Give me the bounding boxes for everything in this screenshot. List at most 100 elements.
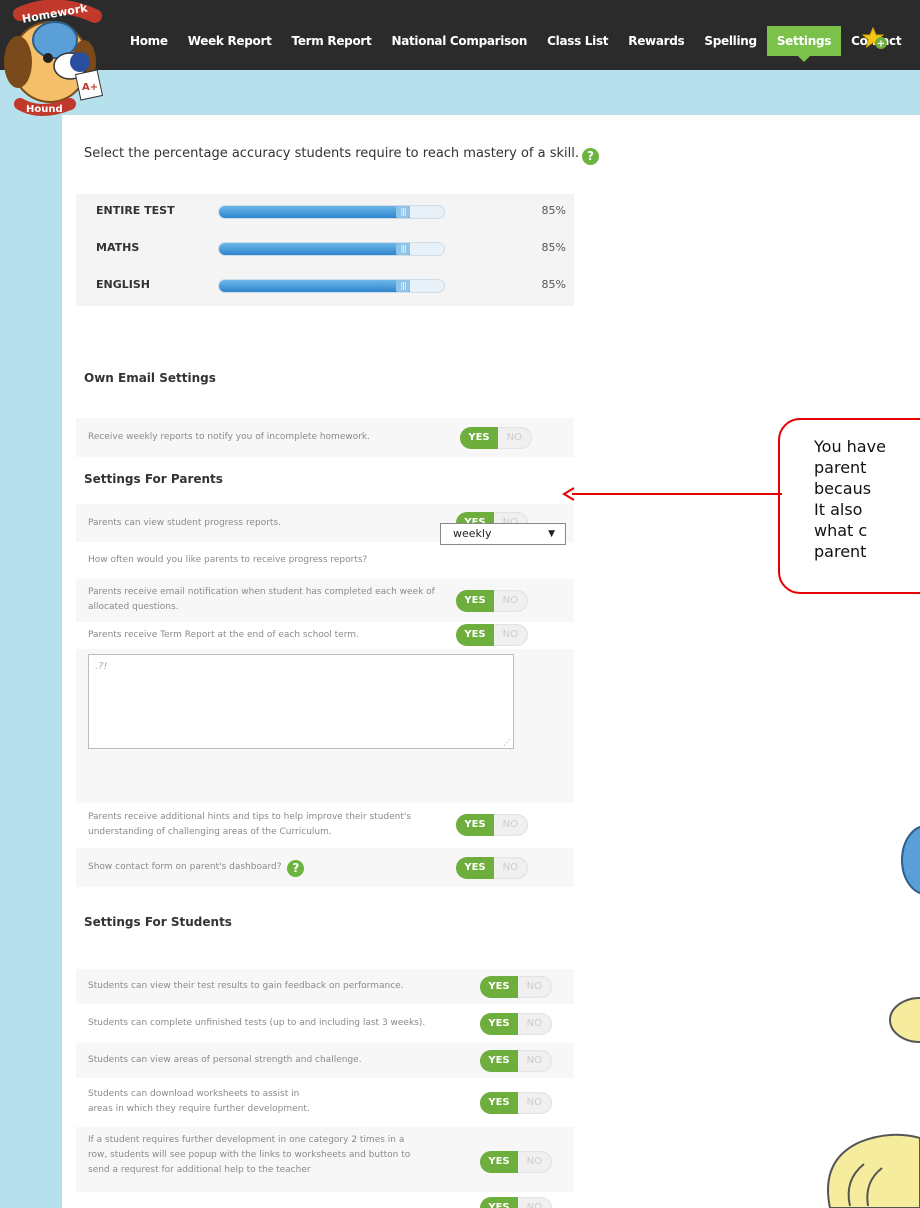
callout-line: It also <box>814 500 863 519</box>
mastery-heading: Select the percentage accuracy students … <box>84 146 600 165</box>
mastery-sliders: ENTIRE TEST ||| 85% MATHS ||| 85% ENGLIS… <box>76 194 574 306</box>
nav-home[interactable]: Home <box>120 22 178 60</box>
nav-term-report[interactable]: Term Report <box>282 22 382 60</box>
mastery-label: ENTIRE TEST <box>96 204 175 217</box>
setting-text: Students can download worksheets to assi… <box>88 1089 310 1114</box>
yes-no-toggle[interactable]: YES NO <box>456 814 528 836</box>
toggle-yes: YES <box>460 427 498 449</box>
toggle-yes: YES <box>480 1092 518 1114</box>
students-heading: Settings For Students <box>84 915 232 929</box>
yes-no-toggle[interactable]: YES NO <box>480 1013 552 1035</box>
mastery-row-maths: MATHS ||| 85% <box>86 233 570 265</box>
setting-row-frequency: How often would you like parents to rece… <box>76 543 574 579</box>
svg-text:+: + <box>877 39 885 50</box>
toggle-no: NO <box>502 819 518 830</box>
mastery-slider-track[interactable]: ||| <box>218 205 445 219</box>
toggle-yes: YES <box>456 590 494 612</box>
toggle-yes: YES <box>480 1197 518 1208</box>
callout-arrow <box>562 487 782 501</box>
setting-text: How often would you like parents to rece… <box>88 555 368 565</box>
setting-row-student: Students can view areas of personal stre… <box>76 1043 574 1079</box>
textarea-placeholder: .?! <box>95 661 108 672</box>
yes-no-toggle[interactable]: YES NO <box>456 624 528 646</box>
toggle-no: NO <box>502 595 518 606</box>
toggle-no: NO <box>502 862 518 873</box>
yes-no-toggle[interactable]: YES NO <box>456 857 528 879</box>
toggle-yes: YES <box>456 624 494 646</box>
yes-no-toggle[interactable]: YES NO <box>460 427 532 449</box>
toggle-yes: YES <box>456 857 494 879</box>
yes-no-toggle[interactable]: YES NO <box>480 1197 552 1208</box>
mastery-label: ENGLISH <box>96 278 150 291</box>
toggle-no: NO <box>526 1055 542 1066</box>
toggle-no: NO <box>502 629 518 640</box>
mastery-slider-fill <box>219 280 410 292</box>
setting-row-term-report: Parents receive Term Report at the end o… <box>76 623 574 649</box>
mastery-slider-handle[interactable]: ||| <box>396 243 410 255</box>
setting-row-email-notification: Parents receive email notification when … <box>76 579 574 623</box>
logo-grade-text: A+ <box>82 82 98 93</box>
yes-no-toggle[interactable]: YES NO <box>480 1151 552 1173</box>
main-nav: Home Week Report Term Report National Co… <box>120 22 911 62</box>
toggle-yes: YES <box>480 1050 518 1072</box>
toggle-yes: YES <box>480 1013 518 1035</box>
nav-class-list[interactable]: Class List <box>537 22 618 60</box>
setting-text: Parents receive additional hints and tip… <box>88 812 412 837</box>
callout-box: You have parent becaus It also what c pa… <box>778 418 920 594</box>
mascot-decoration <box>901 826 920 894</box>
homework-hound-logo[interactable]: Homework Hound A+ <box>0 0 120 120</box>
setting-text: Parents receive Term Report at the end o… <box>88 630 359 640</box>
mastery-value: 85% <box>541 241 566 254</box>
mascot-foot-decoration <box>827 1133 920 1208</box>
dropdown-arrow-icon: ▼ <box>548 529 555 539</box>
toggle-no: NO <box>526 1018 542 1029</box>
setting-row-hints: Parents receive additional hints and tip… <box>76 804 574 848</box>
callout-line: You have <box>814 437 886 456</box>
mastery-slider-handle[interactable]: ||| <box>396 280 410 292</box>
toggle-yes: YES <box>480 1151 518 1173</box>
setting-row-contact-form: Show contact form on parent's dashboard?… <box>76 848 574 888</box>
yes-no-toggle[interactable]: YES NO <box>480 1050 552 1072</box>
help-icon[interactable]: ? <box>582 148 600 165</box>
add-favourite-star-icon[interactable]: + <box>862 27 888 51</box>
nav-national-comparison[interactable]: National Comparison <box>381 22 537 60</box>
setting-text: If a student requires further developmen… <box>88 1135 411 1175</box>
report-frequency-select[interactable]: weekly ▼ <box>440 523 566 545</box>
setting-text: Students can view areas of personal stre… <box>88 1055 362 1065</box>
own-email-heading: Own Email Settings <box>84 371 216 385</box>
toggle-no: NO <box>526 981 542 992</box>
setting-row-weekly-reports: Receive weekly reports to notify you of … <box>76 418 574 458</box>
nav-settings[interactable]: Settings <box>766 26 842 62</box>
setting-text: Parents receive email notification when … <box>88 587 435 612</box>
mastery-slider-handle[interactable]: ||| <box>396 206 410 218</box>
nav-rewards[interactable]: Rewards <box>618 22 694 60</box>
callout-line: becaus <box>814 479 872 498</box>
logo-bottom-text: Hound <box>26 104 63 115</box>
yes-no-toggle[interactable]: YES NO <box>456 590 528 612</box>
nav-week-report[interactable]: Week Report <box>178 22 282 60</box>
setting-row-student: Students can download worksheets to assi… <box>76 1079 574 1127</box>
toggle-no: NO <box>526 1202 542 1208</box>
parents-heading: Settings For Parents <box>84 472 223 486</box>
setting-text: Show contact form on parent's dashboard? <box>88 862 282 872</box>
setting-row-student: YES NO <box>76 1193 574 1208</box>
mastery-slider-track[interactable]: ||| <box>218 242 445 256</box>
mastery-value: 85% <box>541 204 566 217</box>
setting-text: Parents can view student progress report… <box>88 518 281 528</box>
callout-line: parent <box>814 542 867 561</box>
setting-text-wrap: Show contact form on parent's dashboard?… <box>88 860 305 877</box>
resize-grip-icon[interactable]: ⋰ <box>503 738 511 747</box>
mastery-label: MATHS <box>96 241 140 254</box>
help-icon[interactable]: ? <box>287 860 305 877</box>
mastery-slider-track[interactable]: ||| <box>218 279 445 293</box>
mascot-paw-decoration <box>889 997 920 1043</box>
mastery-slider-fill <box>219 243 410 255</box>
toggle-no: NO <box>506 432 522 443</box>
setting-text: Students can view their test results to … <box>88 981 404 991</box>
term-report-message-textarea[interactable]: .?! ⋰ <box>88 654 514 749</box>
yes-no-toggle[interactable]: YES NO <box>480 976 552 998</box>
nav-spelling[interactable]: Spelling <box>694 22 766 60</box>
mastery-row-english: ENGLISH ||| 85% <box>86 270 570 302</box>
toggle-yes: YES <box>456 814 494 836</box>
yes-no-toggle[interactable]: YES NO <box>480 1092 552 1114</box>
